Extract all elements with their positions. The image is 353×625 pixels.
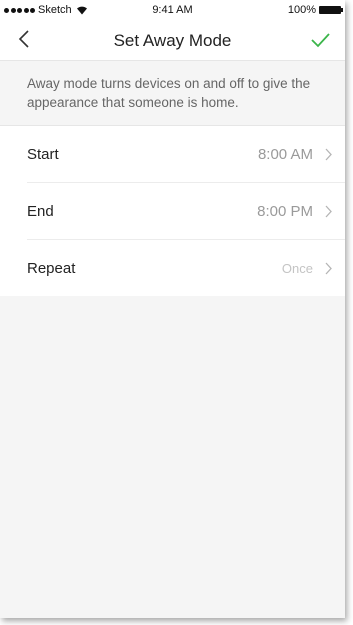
status-bar: Sketch 9:41 AM 100%: [0, 0, 345, 20]
row-label: Repeat: [27, 260, 76, 277]
chevron-right-icon: [325, 262, 332, 275]
chevron-right-icon: [325, 148, 332, 161]
row-label: Start: [27, 146, 59, 163]
battery-percent: 100%: [287, 4, 316, 16]
away-mode-description: Away mode turns devices on and off to gi…: [0, 61, 345, 126]
chevron-right-icon: [325, 205, 332, 218]
page-title: Set Away Mode: [113, 31, 232, 50]
checkmark-icon[interactable]: [309, 29, 331, 51]
battery-icon: [319, 6, 343, 14]
start-time-row[interactable]: Start 8:00 AM: [27, 126, 345, 183]
repeat-row[interactable]: Repeat Once: [27, 240, 345, 296]
status-right: 100%: [287, 4, 343, 16]
row-value: 8:00 AM: [257, 146, 313, 163]
row-label: End: [27, 203, 54, 220]
end-time-row[interactable]: End 8:00 PM: [27, 183, 345, 240]
settings-list: Start 8:00 AM End 8:00 PM Repeat Once: [0, 126, 345, 296]
row-value: Once: [281, 261, 313, 276]
navigation-bar: Set Away Mode: [0, 20, 345, 61]
row-value: 8:00 PM: [257, 203, 313, 220]
phone-screen: Sketch 9:41 AM 100% Set Away Mode Away m…: [0, 0, 345, 618]
